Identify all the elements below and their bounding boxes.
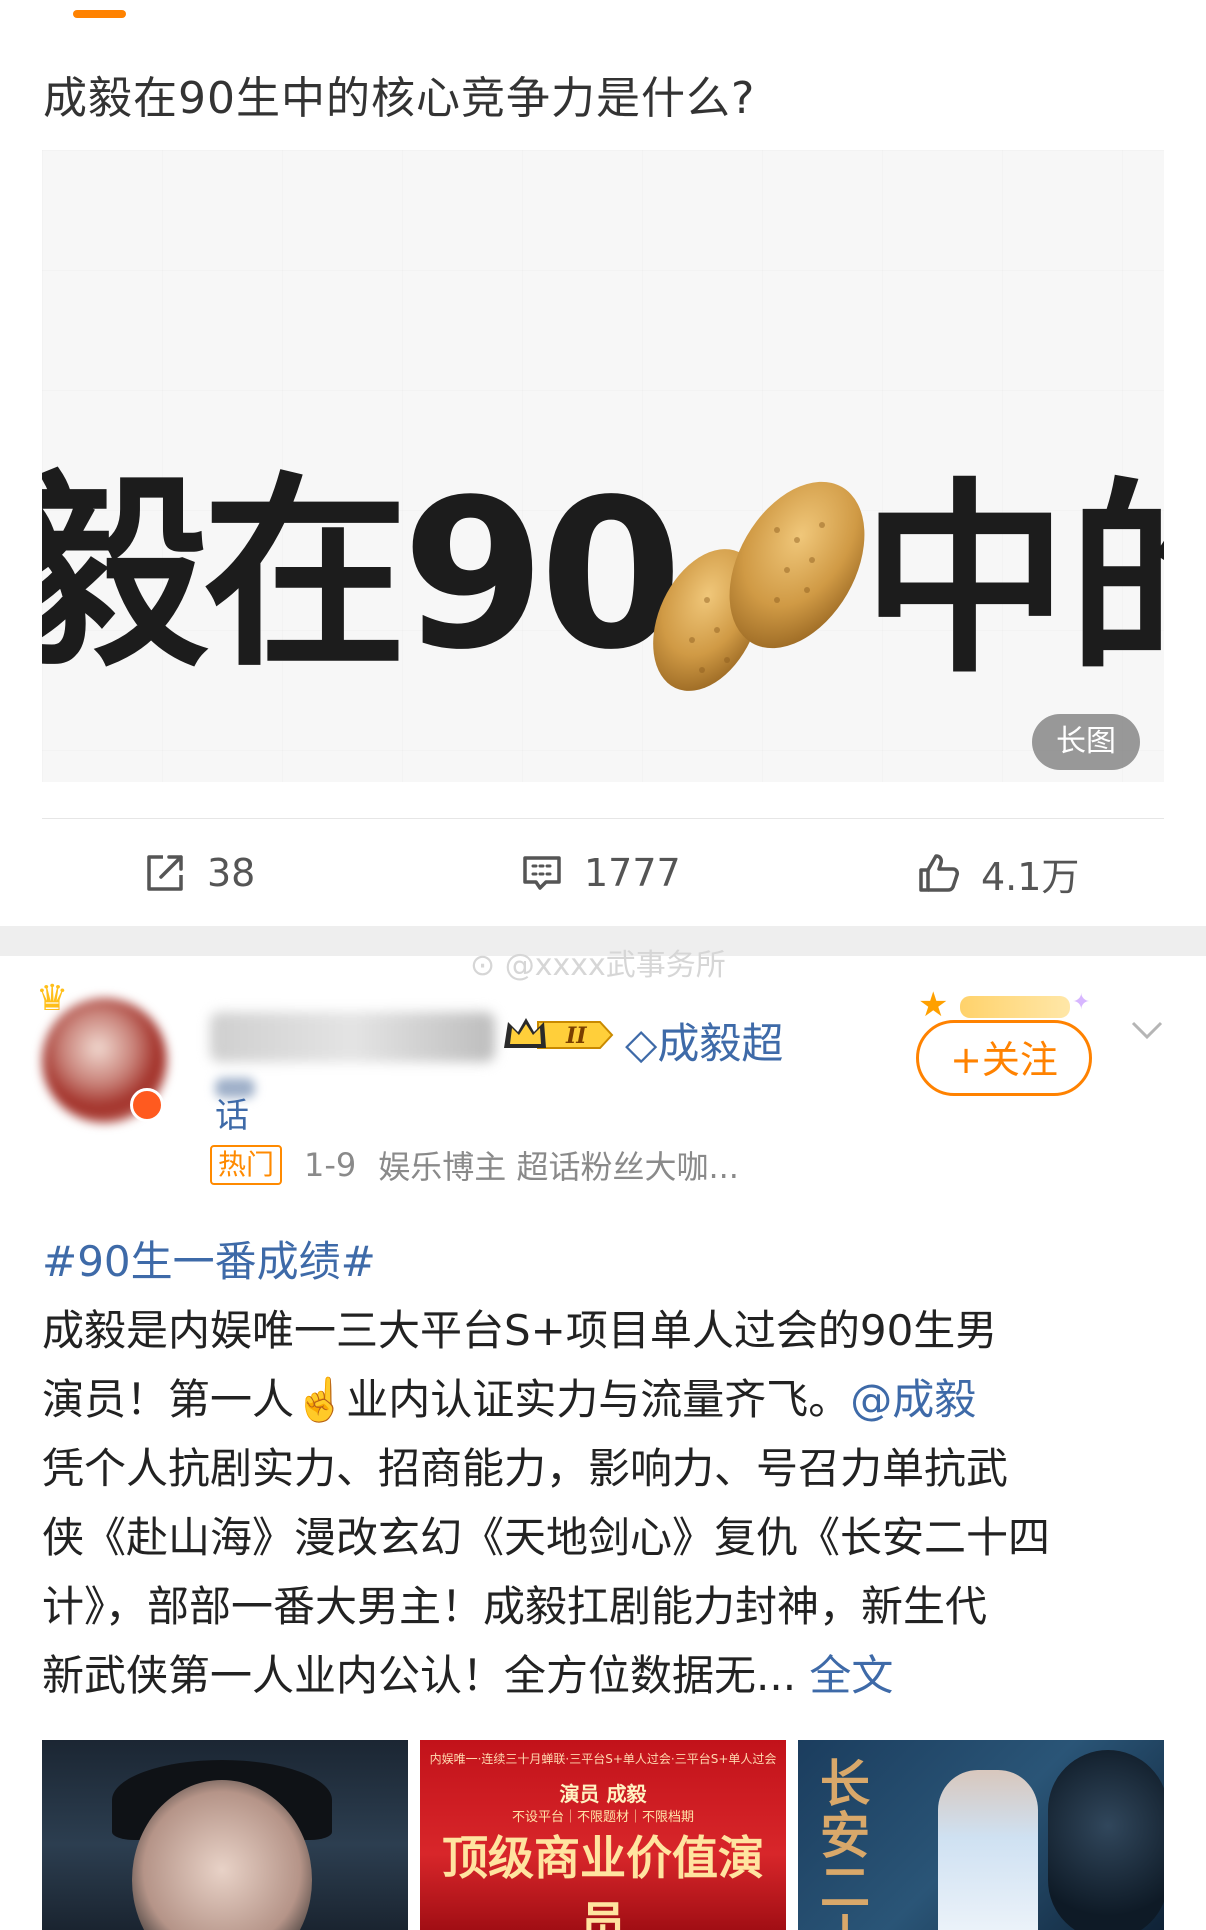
image-text-left: 毅在90: [42, 455, 683, 695]
post-body: 成毅是内娱唯一三大平台S+项目单人过会的90生男 演员！第一人☝️业内认证实力与…: [42, 1296, 1167, 1710]
mention-link[interactable]: @成毅: [850, 1375, 976, 1424]
post-meta: 热门 1-9 娱乐博主 超话粉丝大咖...: [210, 1142, 739, 1188]
post-image[interactable]: 毅在90 中的 长图: [42, 150, 1164, 782]
comment-icon: [523, 856, 561, 890]
author-description: 娱乐博主 超话粉丝大咖...: [378, 1148, 739, 1186]
author-avatar[interactable]: ♛: [30, 978, 180, 1128]
thumb3-title: 长安二十四: [820, 1754, 870, 1930]
follow-ribbon-decoration: [960, 996, 1070, 1018]
comment-count: 1777: [584, 851, 681, 895]
follow-button[interactable]: +关注: [916, 1020, 1092, 1096]
verified-badge-icon: [130, 1088, 164, 1122]
body-line: 凭个人抗剧实力、招商能力，影响力、号召力单抗武: [42, 1444, 1009, 1493]
active-tab-indicator: [73, 10, 126, 18]
body-line: 侠《赴山海》漫改玄幻《天地剑心》复仇《长安二十四: [42, 1513, 1051, 1562]
body-line: 计》，部部一番大男主！成毅扛剧能力封神，新生代: [42, 1582, 988, 1631]
thumb2-role: 演员 成毅: [559, 1782, 647, 1806]
svg-text:II: II: [565, 1023, 587, 1049]
body-line: 演员！第一人☝️业内认证实力与流量齐飞。@成毅: [42, 1375, 977, 1424]
body-line: 新武侠第一人业内公认！全方位数据无... 全文: [42, 1651, 894, 1700]
divider: [42, 818, 1164, 819]
full-text-link[interactable]: 全文: [809, 1651, 893, 1700]
repost-button[interactable]: 38: [143, 848, 255, 898]
like-button[interactable]: 4.1万: [917, 848, 1080, 899]
comment-button[interactable]: 1777: [520, 848, 681, 898]
long-image-badge: 长图: [1032, 714, 1140, 770]
super-topic-label[interactable]: ◇成毅超: [625, 1010, 783, 1071]
star-decoration-icon: ★: [918, 985, 949, 1025]
vip-crown-badge-icon[interactable]: II: [500, 1012, 615, 1058]
repost-icon: [147, 855, 183, 891]
post-thumbnail-1[interactable]: [42, 1740, 408, 1930]
sparkle-icon: ✦: [1072, 990, 1091, 1015]
super-topic-label-cont[interactable]: 话: [215, 1088, 249, 1137]
post-thumbnail-3[interactable]: 长安二十四: [798, 1740, 1164, 1930]
image-text-right: 中的: [862, 461, 1164, 701]
peanut-emoji: [653, 481, 865, 691]
post-thumbnail-2[interactable]: 内娱唯一·连续三十月蝉联·三平台S+单人过会·三平台S+单人过会 演员 成毅 不…: [420, 1740, 786, 1930]
watermark: ⊙ @xxxx武事务所: [470, 948, 726, 983]
hot-tag: 热门: [210, 1145, 283, 1185]
thumb2-headline: 顶级商业价值演员: [442, 1831, 764, 1930]
hashtag-link[interactable]: #90生一番成绩#: [42, 1228, 376, 1289]
thumb2-caption: 内娱唯一·连续三十月蝉联·三平台S+单人过会·三平台S+单人过会: [429, 1752, 777, 1766]
chevron-down-icon[interactable]: [1130, 1018, 1164, 1042]
diamond-icon: ◇: [625, 1019, 658, 1068]
thumbs-up-icon: [919, 854, 959, 892]
body-line: 成毅是内娱唯一三大平台S+项目单人过会的90生男: [42, 1306, 998, 1355]
like-count: 4.1万: [981, 854, 1080, 899]
repost-count: 38: [207, 851, 256, 895]
post-title[interactable]: 成毅在90生中的核心竞争力是什么?: [43, 62, 755, 126]
post-date: 1-9: [304, 1146, 357, 1184]
author-name-blurred[interactable]: [210, 1012, 495, 1062]
